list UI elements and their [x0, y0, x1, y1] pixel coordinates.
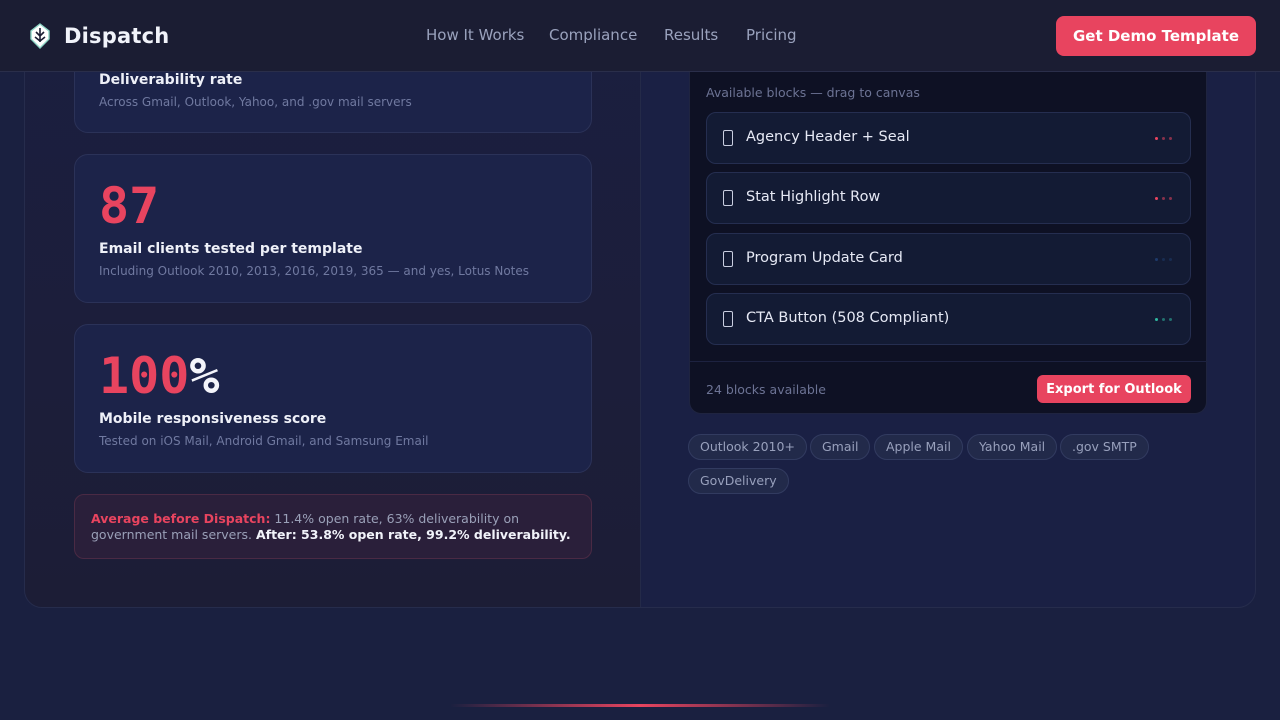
stat-unit: %: [189, 347, 220, 405]
stat-subtitle: Across Gmail, Outlook, Yahoo, and .gov m…: [99, 95, 412, 109]
stat-number: 100%: [99, 351, 219, 401]
block-item-program-update[interactable]: Program Update Card: [706, 233, 1191, 285]
chip-yahoo-mail: Yahoo Mail: [967, 434, 1058, 460]
dot: [1155, 318, 1158, 321]
note-before-label: Average before Dispatch:: [91, 511, 271, 526]
chip-apple-mail: Apple Mail: [874, 434, 963, 460]
drag-handle-icon[interactable]: [723, 130, 733, 146]
results-section: Deliverability rate Across Gmail, Outloo…: [24, 0, 1256, 608]
chip-gov-smtp: .gov SMTP: [1060, 434, 1149, 460]
block-label: Program Update Card: [746, 250, 903, 266]
chip-outlook: Outlook 2010+: [688, 434, 807, 460]
dot: [1155, 258, 1158, 261]
drag-handle-icon[interactable]: [723, 190, 733, 206]
block-label: Agency Header + Seal: [746, 129, 910, 145]
dot: [1162, 137, 1165, 140]
chip-gmail: Gmail: [810, 434, 871, 460]
dot: [1155, 197, 1158, 200]
nav-link-results[interactable]: Results: [664, 26, 718, 44]
panel-footer: 24 blocks available Export for Outlook: [690, 361, 1208, 414]
block-label: CTA Button (508 Compliant): [746, 310, 950, 326]
dot: [1162, 197, 1165, 200]
stat-value: 87: [99, 177, 160, 235]
stat-card-email-clients: 87 Email clients tested per template Inc…: [74, 154, 592, 303]
panel-hint: Available blocks — drag to canvas: [706, 85, 920, 100]
get-demo-template-button[interactable]: Get Demo Template: [1056, 16, 1256, 56]
stat-value: 100: [99, 347, 190, 405]
dot: [1155, 137, 1158, 140]
stat-subtitle: Tested on iOS Mail, Android Gmail, and S…: [99, 434, 429, 448]
more-dots-icon[interactable]: [1155, 197, 1172, 200]
drag-handle-icon[interactable]: [723, 311, 733, 327]
stat-title: Deliverability rate: [99, 72, 243, 88]
block-item-stat-highlight[interactable]: Stat Highlight Row: [706, 172, 1191, 224]
stat-card-mobile: 100% Mobile responsiveness score Tested …: [74, 324, 592, 473]
note-after-text: After: 53.8% open rate, 99.2% deliverabi…: [255, 527, 571, 542]
block-item-agency-header[interactable]: Agency Header + Seal: [706, 112, 1191, 164]
blocks-count: 24 blocks available: [706, 382, 826, 397]
chip-govdelivery: GovDelivery: [688, 468, 789, 494]
dot: [1169, 197, 1172, 200]
export-outlook-button[interactable]: Export for Outlook: [1037, 375, 1191, 403]
stat-title: Email clients tested per template: [99, 241, 363, 257]
block-item-cta-button[interactable]: CTA Button (508 Compliant): [706, 293, 1191, 345]
stats-column: Deliverability rate Across Gmail, Outloo…: [25, 1, 641, 607]
dot: [1169, 258, 1172, 261]
decorative-glow-line: [450, 704, 830, 707]
dot: [1162, 258, 1165, 261]
nav-link-pricing[interactable]: Pricing: [746, 26, 797, 44]
dot: [1162, 318, 1165, 321]
dot: [1169, 137, 1172, 140]
drag-handle-icon[interactable]: [723, 251, 733, 267]
dot: [1169, 318, 1172, 321]
block-label: Stat Highlight Row: [746, 189, 881, 205]
stat-title: Mobile responsiveness score: [99, 411, 327, 427]
more-dots-icon[interactable]: [1155, 318, 1172, 321]
nav-link-how-it-works[interactable]: How It Works: [426, 26, 524, 44]
before-after-note: Average before Dispatch: 11.4% open rate…: [74, 494, 592, 559]
stat-number: 87: [99, 181, 159, 231]
top-navigation-bar: Dispatch How It Works Compliance Results…: [0, 0, 1280, 72]
stat-subtitle: Including Outlook 2010, 2013, 2016, 2019…: [99, 264, 530, 278]
nav-link-compliance[interactable]: Compliance: [549, 26, 637, 44]
more-dots-icon[interactable]: [1155, 258, 1172, 261]
more-dots-icon[interactable]: [1155, 137, 1172, 140]
